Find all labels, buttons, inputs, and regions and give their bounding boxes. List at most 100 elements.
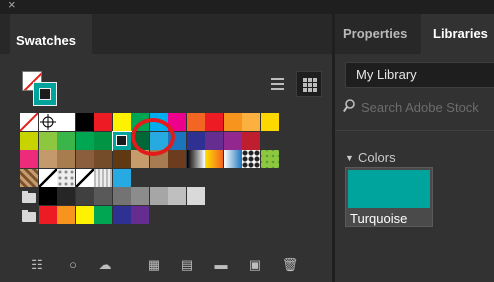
- caret-down-icon: ▼: [345, 153, 354, 163]
- search-icon: [343, 99, 355, 113]
- grid-dot: [308, 88, 312, 92]
- swatch-folder-icon[interactable]: [22, 191, 36, 203]
- swatch-selected[interactable]: [111, 130, 132, 151]
- swatch-folder-icon[interactable]: [22, 209, 36, 222]
- swatch[interactable]: [131, 187, 149, 205]
- grid-dot: [303, 78, 307, 82]
- swatch[interactable]: [20, 150, 38, 168]
- swatch[interactable]: [260, 113, 279, 131]
- swatch[interactable]: [94, 113, 112, 131]
- swatch-pattern-dots-gray[interactable]: [57, 168, 75, 187]
- swatch-options-icon[interactable]: ▤: [178, 257, 196, 273]
- swatch[interactable]: [168, 150, 186, 168]
- swatch[interactable]: [57, 205, 75, 224]
- tab-libraries-label: Libraries: [433, 26, 488, 41]
- swatch[interactable]: [112, 113, 131, 131]
- selected-swatch-icon: [115, 134, 127, 146]
- swatch[interactable]: [205, 131, 223, 150]
- grid-dot: [308, 78, 312, 82]
- list-line: [271, 83, 284, 85]
- swatch-gradient-blue[interactable]: [223, 150, 242, 168]
- list-line: [271, 78, 284, 80]
- cloud-library-icon[interactable]: ☁: [96, 257, 114, 273]
- swatch[interactable]: [149, 187, 168, 205]
- swatches-tab-label: Swatches: [16, 33, 76, 48]
- swatch[interactable]: [205, 113, 223, 131]
- new-color-group-icon[interactable]: ▬: [212, 257, 230, 273]
- search-input[interactable]: [361, 97, 494, 117]
- grid-view-button[interactable]: [296, 71, 322, 97]
- swatch-pattern-gray[interactable]: [94, 168, 112, 187]
- grid-dot: [308, 83, 312, 87]
- close-panel-button[interactable]: ×: [8, 0, 16, 12]
- swatch[interactable]: [38, 131, 57, 150]
- swatch[interactable]: [168, 187, 186, 205]
- stroke-inner: [39, 88, 51, 100]
- swatch[interactable]: [112, 187, 131, 205]
- grid-dot: [303, 83, 307, 87]
- swatch[interactable]: [38, 205, 57, 224]
- panel-title-bar: [0, 0, 332, 14]
- stroke-color-indicator[interactable]: [33, 82, 57, 106]
- swatch-gradient-bw[interactable]: [186, 150, 205, 168]
- swatch-pattern-lines[interactable]: [75, 168, 94, 187]
- swatch[interactable]: [57, 131, 75, 150]
- swatch-registration[interactable]: [38, 113, 57, 131]
- swatch[interactable]: [186, 113, 205, 131]
- search-divider: [335, 130, 494, 131]
- swatch[interactable]: [186, 131, 205, 150]
- swatch[interactable]: [20, 131, 38, 150]
- tab-properties[interactable]: Properties: [343, 26, 407, 42]
- color-group-icon[interactable]: ○: [64, 257, 82, 273]
- swatch[interactable]: [223, 131, 242, 150]
- swatch-pattern-brown[interactable]: [20, 168, 38, 187]
- swatch[interactable]: [242, 131, 260, 150]
- swatch[interactable]: [75, 187, 94, 205]
- swatch[interactable]: [75, 131, 94, 150]
- library-color-card[interactable]: Turquoise: [345, 167, 433, 227]
- library-dropdown-value: My Library: [356, 67, 417, 82]
- swatch[interactable]: [94, 187, 112, 205]
- swatch-kind-icon[interactable]: ▦: [145, 257, 163, 273]
- swatch-libraries-icon[interactable]: ☷: [28, 257, 46, 273]
- list-line: [271, 88, 284, 90]
- library-dropdown[interactable]: My Library: [345, 62, 494, 88]
- swatch[interactable]: [75, 205, 94, 224]
- swatch[interactable]: [94, 205, 112, 224]
- swatch-pattern-dots[interactable]: [242, 150, 260, 168]
- swatch-pattern-green[interactable]: [260, 150, 279, 168]
- swatch[interactable]: [94, 131, 112, 150]
- swatch[interactable]: [94, 150, 112, 168]
- swatch[interactable]: [75, 150, 94, 168]
- library-color-name: Turquoise: [350, 211, 408, 226]
- grid-dot: [313, 83, 317, 87]
- swatch[interactable]: [57, 187, 75, 205]
- new-swatch-icon[interactable]: ▣: [246, 257, 264, 273]
- panel-title-bar: [335, 0, 494, 14]
- swatch[interactable]: [131, 205, 149, 224]
- swatch-none[interactable]: [20, 113, 38, 131]
- selection-highlight-ring: [131, 118, 175, 156]
- swatch-gradient-orange[interactable]: [205, 150, 223, 168]
- swatch[interactable]: [112, 150, 131, 168]
- library-color-swatch: [348, 170, 430, 208]
- libraries-panel: Properties Libraries My Library ▼ Colors…: [335, 0, 494, 282]
- grid-dot: [313, 88, 317, 92]
- swatch[interactable]: [75, 113, 94, 131]
- swatch[interactable]: [186, 187, 205, 205]
- swatch[interactable]: [242, 113, 260, 131]
- grid-dot: [313, 78, 317, 82]
- swatch[interactable]: [57, 150, 75, 168]
- swatch[interactable]: [38, 150, 57, 168]
- registration-icon: [39, 114, 56, 130]
- swatch-pattern-slash[interactable]: [38, 168, 57, 187]
- stock-search: [343, 97, 494, 117]
- swatch[interactable]: [223, 113, 242, 131]
- swatch[interactable]: [38, 187, 57, 205]
- swatch[interactable]: [112, 168, 131, 187]
- delete-swatch-icon[interactable]: 🗑: [281, 257, 299, 273]
- list-view-button[interactable]: [267, 73, 289, 95]
- swatch[interactable]: [57, 113, 75, 131]
- swatch[interactable]: [112, 205, 131, 224]
- grid-dot: [303, 88, 307, 92]
